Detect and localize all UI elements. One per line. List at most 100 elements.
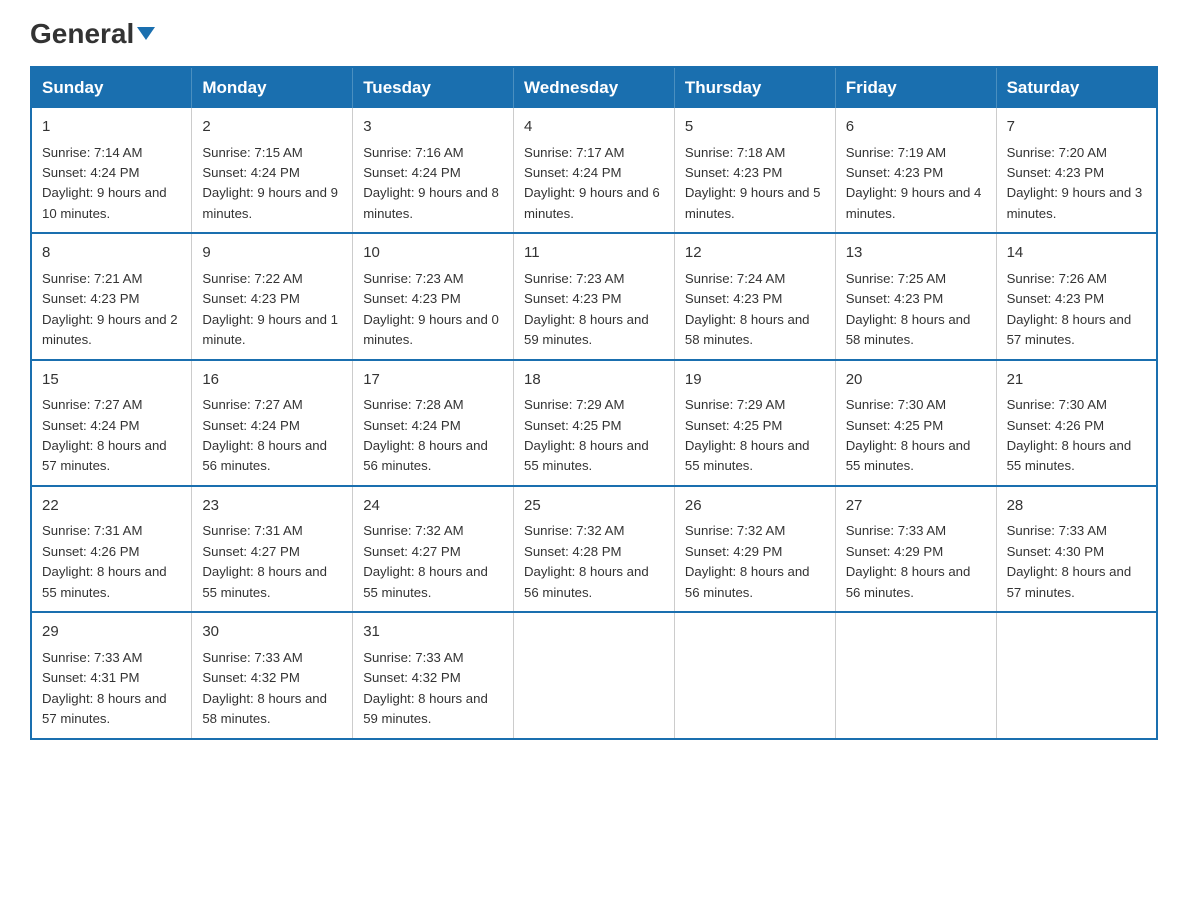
logo-general: General	[30, 20, 155, 48]
col-header-tuesday: Tuesday	[353, 67, 514, 108]
cell-content: Sunrise: 7:24 AMSunset: 4:23 PMDaylight:…	[685, 269, 825, 351]
calendar-cell: 17 Sunrise: 7:28 AMSunset: 4:24 PMDayligh…	[353, 360, 514, 486]
cell-content: Sunrise: 7:21 AMSunset: 4:23 PMDaylight:…	[42, 269, 181, 351]
calendar-cell: 3 Sunrise: 7:16 AMSunset: 4:24 PMDaylight…	[353, 108, 514, 233]
cell-content: Sunrise: 7:23 AMSunset: 4:23 PMDaylight:…	[524, 269, 664, 351]
calendar-cell: 28 Sunrise: 7:33 AMSunset: 4:30 PMDayligh…	[996, 486, 1157, 612]
day-number: 26	[685, 495, 825, 518]
cell-content: Sunrise: 7:33 AMSunset: 4:30 PMDaylight:…	[1007, 521, 1146, 603]
day-number: 25	[524, 495, 664, 518]
day-number: 24	[363, 495, 503, 518]
calendar-week-row: 22 Sunrise: 7:31 AMSunset: 4:26 PMDayligh…	[31, 486, 1157, 612]
calendar-cell: 25 Sunrise: 7:32 AMSunset: 4:28 PMDayligh…	[514, 486, 675, 612]
calendar-cell	[514, 612, 675, 738]
calendar-cell: 12 Sunrise: 7:24 AMSunset: 4:23 PMDayligh…	[674, 233, 835, 359]
day-number: 22	[42, 495, 181, 518]
cell-content: Sunrise: 7:29 AMSunset: 4:25 PMDaylight:…	[685, 395, 825, 477]
day-number: 5	[685, 116, 825, 139]
day-number: 7	[1007, 116, 1146, 139]
calendar-cell: 5 Sunrise: 7:18 AMSunset: 4:23 PMDaylight…	[674, 108, 835, 233]
cell-content: Sunrise: 7:15 AMSunset: 4:24 PMDaylight:…	[202, 143, 342, 225]
cell-content: Sunrise: 7:22 AMSunset: 4:23 PMDaylight:…	[202, 269, 342, 351]
col-header-wednesday: Wednesday	[514, 67, 675, 108]
calendar-cell: 31Sunrise: 7:33 AMSunset: 4:32 PMDayligh…	[353, 612, 514, 738]
cell-content: Sunrise: 7:30 AMSunset: 4:26 PMDaylight:…	[1007, 395, 1146, 477]
calendar-cell: 4Sunrise: 7:17 AMSunset: 4:24 PMDaylight…	[514, 108, 675, 233]
cell-content: Sunrise: 7:30 AMSunset: 4:25 PMDaylight:…	[846, 395, 986, 477]
day-number: 18	[524, 369, 664, 392]
page-header: General	[30, 20, 1158, 46]
calendar-week-row: 1 Sunrise: 7:14 AMSunset: 4:24 PMDaylight…	[31, 108, 1157, 233]
day-number: 16	[202, 369, 342, 392]
calendar-cell: 2 Sunrise: 7:15 AMSunset: 4:24 PMDaylight…	[192, 108, 353, 233]
calendar-week-row: 15 Sunrise: 7:27 AMSunset: 4:24 PMDayligh…	[31, 360, 1157, 486]
day-number: 2	[202, 116, 342, 139]
calendar-cell: 10 Sunrise: 7:23 AMSunset: 4:23 PMDayligh…	[353, 233, 514, 359]
calendar-cell: 29Sunrise: 7:33 AMSunset: 4:31 PMDayligh…	[31, 612, 192, 738]
cell-content: Sunrise: 7:32 AMSunset: 4:29 PMDaylight:…	[685, 521, 825, 603]
calendar-cell: 18Sunrise: 7:29 AMSunset: 4:25 PMDayligh…	[514, 360, 675, 486]
calendar-cell: 7 Sunrise: 7:20 AMSunset: 4:23 PMDaylight…	[996, 108, 1157, 233]
col-header-sunday: Sunday	[31, 67, 192, 108]
day-number: 12	[685, 242, 825, 265]
day-number: 31	[363, 621, 503, 644]
day-number: 27	[846, 495, 986, 518]
calendar-cell: 11 Sunrise: 7:23 AMSunset: 4:23 PMDayligh…	[514, 233, 675, 359]
col-header-friday: Friday	[835, 67, 996, 108]
calendar-cell: 27 Sunrise: 7:33 AMSunset: 4:29 PMDayligh…	[835, 486, 996, 612]
calendar-cell: 26 Sunrise: 7:32 AMSunset: 4:29 PMDayligh…	[674, 486, 835, 612]
calendar-cell: 23Sunrise: 7:31 AMSunset: 4:27 PMDayligh…	[192, 486, 353, 612]
calendar-cell: 20 Sunrise: 7:30 AMSunset: 4:25 PMDayligh…	[835, 360, 996, 486]
day-number: 15	[42, 369, 181, 392]
day-number: 4	[524, 116, 664, 139]
cell-content: Sunrise: 7:14 AMSunset: 4:24 PMDaylight:…	[42, 143, 181, 225]
cell-content: Sunrise: 7:32 AMSunset: 4:27 PMDaylight:…	[363, 521, 503, 603]
cell-content: Sunrise: 7:31 AMSunset: 4:26 PMDaylight:…	[42, 521, 181, 603]
day-number: 21	[1007, 369, 1146, 392]
calendar-cell: 15 Sunrise: 7:27 AMSunset: 4:24 PMDayligh…	[31, 360, 192, 486]
calendar-cell: 16 Sunrise: 7:27 AMSunset: 4:24 PMDayligh…	[192, 360, 353, 486]
day-number: 19	[685, 369, 825, 392]
cell-content: Sunrise: 7:28 AMSunset: 4:24 PMDaylight:…	[363, 395, 503, 477]
day-number: 23	[202, 495, 342, 518]
calendar-week-row: 8 Sunrise: 7:21 AMSunset: 4:23 PMDaylight…	[31, 233, 1157, 359]
day-number: 10	[363, 242, 503, 265]
calendar-cell: 9 Sunrise: 7:22 AMSunset: 4:23 PMDaylight…	[192, 233, 353, 359]
cell-content: Sunrise: 7:16 AMSunset: 4:24 PMDaylight:…	[363, 143, 503, 225]
calendar-cell	[996, 612, 1157, 738]
calendar-cell: 13Sunrise: 7:25 AMSunset: 4:23 PMDayligh…	[835, 233, 996, 359]
col-header-saturday: Saturday	[996, 67, 1157, 108]
cell-content: Sunrise: 7:32 AMSunset: 4:28 PMDaylight:…	[524, 521, 664, 603]
calendar-cell: 6Sunrise: 7:19 AMSunset: 4:23 PMDaylight…	[835, 108, 996, 233]
calendar-week-row: 29Sunrise: 7:33 AMSunset: 4:31 PMDayligh…	[31, 612, 1157, 738]
calendar-cell: 22 Sunrise: 7:31 AMSunset: 4:26 PMDayligh…	[31, 486, 192, 612]
cell-content: Sunrise: 7:27 AMSunset: 4:24 PMDaylight:…	[202, 395, 342, 477]
cell-content: Sunrise: 7:25 AMSunset: 4:23 PMDaylight:…	[846, 269, 986, 351]
calendar-cell: 1 Sunrise: 7:14 AMSunset: 4:24 PMDaylight…	[31, 108, 192, 233]
cell-content: Sunrise: 7:33 AMSunset: 4:32 PMDaylight:…	[202, 648, 342, 730]
cell-content: Sunrise: 7:33 AMSunset: 4:29 PMDaylight:…	[846, 521, 986, 603]
col-header-monday: Monday	[192, 67, 353, 108]
day-number: 3	[363, 116, 503, 139]
calendar-cell: 14 Sunrise: 7:26 AMSunset: 4:23 PMDayligh…	[996, 233, 1157, 359]
day-number: 17	[363, 369, 503, 392]
day-number: 20	[846, 369, 986, 392]
cell-content: Sunrise: 7:26 AMSunset: 4:23 PMDaylight:…	[1007, 269, 1146, 351]
day-number: 14	[1007, 242, 1146, 265]
cell-content: Sunrise: 7:23 AMSunset: 4:23 PMDaylight:…	[363, 269, 503, 351]
day-number: 28	[1007, 495, 1146, 518]
cell-content: Sunrise: 7:27 AMSunset: 4:24 PMDaylight:…	[42, 395, 181, 477]
cell-content: Sunrise: 7:18 AMSunset: 4:23 PMDaylight:…	[685, 143, 825, 225]
col-header-thursday: Thursday	[674, 67, 835, 108]
cell-content: Sunrise: 7:20 AMSunset: 4:23 PMDaylight:…	[1007, 143, 1146, 225]
calendar-cell: 30Sunrise: 7:33 AMSunset: 4:32 PMDayligh…	[192, 612, 353, 738]
logo: General	[30, 20, 155, 46]
day-number: 9	[202, 242, 342, 265]
calendar-cell: 21 Sunrise: 7:30 AMSunset: 4:26 PMDayligh…	[996, 360, 1157, 486]
day-number: 1	[42, 116, 181, 139]
cell-content: Sunrise: 7:19 AMSunset: 4:23 PMDaylight:…	[846, 143, 986, 225]
day-number: 8	[42, 242, 181, 265]
calendar-cell	[674, 612, 835, 738]
calendar-cell	[835, 612, 996, 738]
day-number: 11	[524, 242, 664, 265]
